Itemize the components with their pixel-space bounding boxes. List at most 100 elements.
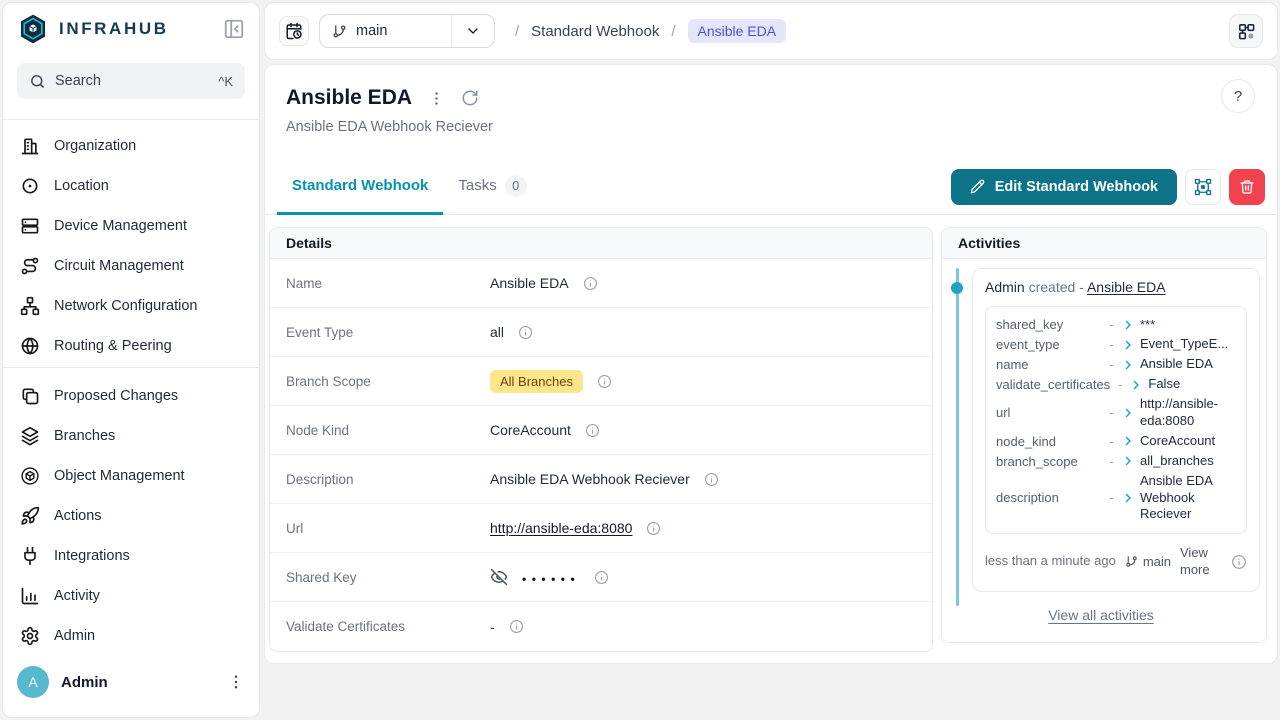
change-key: shared_key [996, 317, 1101, 332]
logo-text: INFRAHUB [59, 19, 169, 39]
activities-card-title: Activities [942, 228, 1266, 259]
view-more-link[interactable]: View more [1180, 545, 1222, 579]
building-icon [20, 136, 40, 156]
change-old-value: - [1107, 357, 1116, 372]
schema-visualizer-button[interactable] [1229, 14, 1263, 48]
change-row: node_kind - CoreAccount [996, 431, 1236, 451]
sidebar-item-actions[interactable]: Actions [3, 496, 259, 536]
search-placeholder: Search [55, 73, 101, 89]
change-new-value: all_branches [1140, 453, 1236, 470]
detail-value-text: Ansible EDA [490, 275, 569, 291]
route-icon [20, 256, 40, 276]
timeline-dot [951, 282, 963, 294]
sidebar: INFRAHUB Search ^K Organization Location… [2, 2, 260, 718]
diff-icon [20, 386, 40, 406]
breadcrumb-ansible-eda[interactable]: Ansible EDA [688, 19, 787, 43]
sidebar-item-activity[interactable]: Activity [3, 576, 259, 616]
sidebar-item-network-configuration[interactable]: Network Configuration [3, 286, 259, 326]
search-input[interactable]: Search ^K [17, 63, 245, 99]
sidebar-item-admin[interactable]: Admin [3, 616, 259, 656]
sidebar-divider [3, 367, 259, 368]
sidebar-item-branches[interactable]: Branches [3, 416, 259, 456]
sidebar-collapse-button[interactable] [223, 18, 245, 40]
title-kebab-icon[interactable] [428, 90, 445, 107]
search-icon [29, 73, 46, 90]
detail-row-description: Description Ansible EDA Webhook Reciever [270, 455, 932, 504]
url-link[interactable]: http://ansible-eda:8080 [490, 520, 632, 536]
detail-value-text: - [490, 619, 495, 635]
chevron-right-icon [1122, 492, 1134, 504]
delete-button[interactable] [1229, 169, 1265, 205]
breadcrumb-separator: / [671, 23, 675, 40]
page-subtitle: Ansible EDA Webhook Reciever [286, 119, 1255, 135]
activity-target-link[interactable]: Ansible EDA [1087, 279, 1166, 295]
sidebar-item-object-management[interactable]: Object Management [3, 456, 259, 496]
sidebar-item-location[interactable]: Location [3, 166, 259, 206]
tasks-count-badge: 0 [505, 175, 527, 197]
change-new-value: CoreAccount [1140, 433, 1236, 450]
edit-standard-webhook-button[interactable]: Edit Standard Webhook [951, 169, 1177, 205]
info-icon [704, 472, 719, 487]
sidebar-item-circuit-management[interactable]: Circuit Management [3, 246, 259, 286]
branch-selector[interactable]: main [319, 14, 495, 48]
sidebar-item-label: Proposed Changes [54, 388, 178, 404]
kebab-icon[interactable] [227, 673, 245, 691]
sidebar-item-label: Actions [54, 508, 102, 524]
detail-value-text: CoreAccount [490, 422, 571, 438]
change-key: branch_scope [996, 454, 1101, 469]
detail-row-event-type: Event Type all [270, 308, 932, 357]
detail-label: Name [286, 276, 490, 291]
change-key: url [996, 405, 1101, 420]
manage-groups-button[interactable] [1185, 169, 1221, 205]
details-card: Details Name Ansible EDA Event Type all … [269, 227, 933, 652]
detail-value: Ansible EDA Webhook Reciever [490, 471, 719, 487]
detail-value: all [490, 324, 533, 340]
sidebar-item-organization[interactable]: Organization [3, 126, 259, 166]
info-icon [646, 521, 661, 536]
gear-icon [20, 626, 40, 646]
sidebar-item-integrations[interactable]: Integrations [3, 536, 259, 576]
tab-label: Tasks [458, 177, 496, 194]
chevron-right-icon [1122, 359, 1134, 371]
time-travel-button[interactable] [279, 16, 309, 46]
sidebar-item-routing-peering[interactable]: Routing & Peering [3, 326, 259, 366]
branch-scope-badge: All Branches [490, 370, 583, 393]
details-card-title: Details [270, 228, 932, 259]
detail-value: All Branches [490, 370, 612, 393]
rocket-icon [20, 506, 40, 526]
detail-value-text: Ansible EDA Webhook Reciever [490, 471, 690, 487]
timeline-line [956, 268, 959, 606]
help-button[interactable]: ? [1221, 79, 1255, 113]
chevron-right-icon [1122, 407, 1134, 419]
content-header: Ansible EDA Ansible EDA Webhook Reciever… [265, 65, 1277, 135]
user-menu[interactable]: A Admin [3, 656, 259, 718]
git-branch-icon [332, 24, 347, 39]
activity-timestamp: less than a minute ago [985, 553, 1116, 570]
detail-row-shared-key: Shared Key •••••• [270, 553, 932, 602]
sidebar-item-label: Object Management [54, 468, 185, 484]
tab-tasks[interactable]: Tasks 0 [443, 159, 541, 215]
detail-label: Event Type [286, 325, 490, 340]
change-key: event_type [996, 337, 1101, 352]
eye-off-icon[interactable] [490, 568, 508, 586]
activities-body: Admin created - Ansible EDA shared_key -… [942, 259, 1266, 642]
sidebar-item-device-management[interactable]: Device Management [3, 206, 259, 246]
branch-select-chevron[interactable] [452, 15, 494, 47]
change-row: shared_key - *** [996, 315, 1236, 335]
activity-separator: - [1079, 279, 1084, 295]
sidebar-item-proposed-changes[interactable]: Proposed Changes [3, 376, 259, 416]
sidebar-item-label: Network Configuration [54, 298, 197, 314]
activity-branch-name: main [1143, 554, 1171, 569]
tab-standard-webhook[interactable]: Standard Webhook [277, 159, 443, 215]
info-icon[interactable] [1231, 554, 1247, 570]
breadcrumb-standard-webhook[interactable]: Standard Webhook [531, 23, 659, 40]
refresh-icon[interactable] [461, 89, 479, 107]
avatar: A [17, 666, 49, 698]
detail-value: http://ansible-eda:8080 [490, 520, 661, 536]
chevron-right-icon [1130, 379, 1142, 391]
chevron-right-icon [1122, 339, 1134, 351]
view-all-activities-link[interactable]: View all activities [1048, 607, 1154, 623]
globe-icon [20, 336, 40, 356]
sidebar-nav-primary: Organization Location Device Management … [3, 120, 259, 366]
change-old-value: - [1107, 405, 1116, 420]
